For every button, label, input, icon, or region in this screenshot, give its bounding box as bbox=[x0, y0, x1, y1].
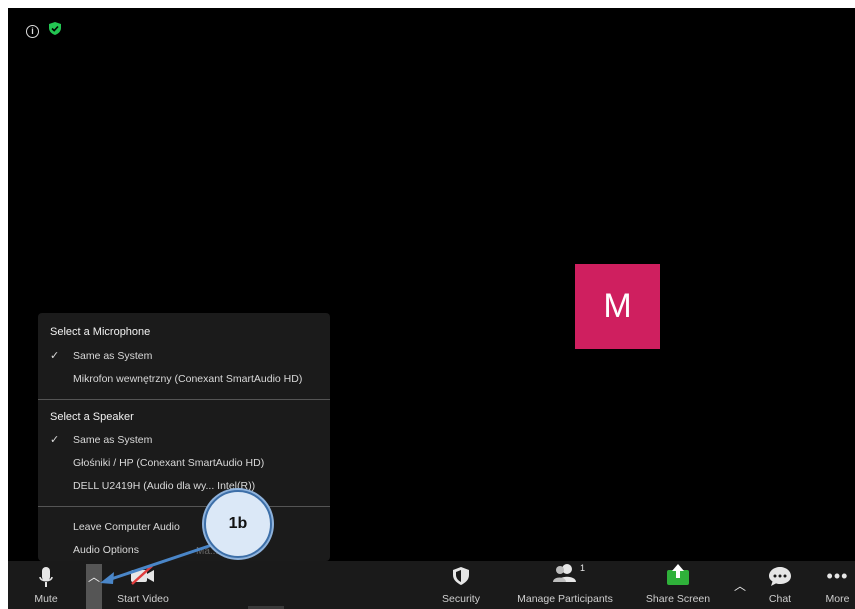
annotation-label: 1b bbox=[228, 515, 248, 532]
meeting-window: i M Select a Microphone ✓ Same as System… bbox=[8, 8, 855, 609]
annotation-callout: 1b bbox=[204, 490, 272, 558]
annotation-arrow bbox=[100, 541, 219, 584]
